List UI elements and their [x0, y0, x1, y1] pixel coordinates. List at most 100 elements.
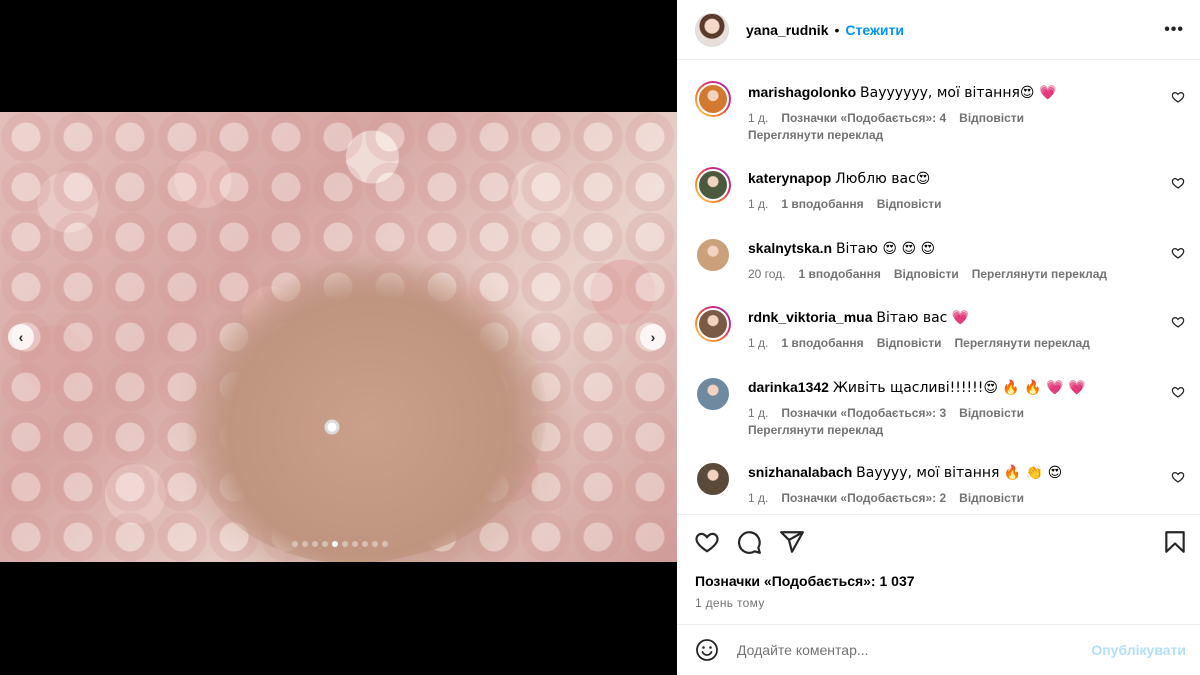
comment-likes[interactable]: Позначки «Подобається»: 4	[781, 111, 946, 125]
comment-text: Вітаю вас 💗	[876, 310, 970, 326]
commenter-username[interactable]: darinka1342	[748, 379, 829, 395]
comment-time[interactable]: 1 д.	[748, 491, 768, 505]
commenter-avatar[interactable]	[695, 237, 731, 273]
comment-body: darinka1342 Живіть щасливі!!!!!!😍 🔥 🔥 💗 …	[748, 378, 1168, 437]
comment-body: marishagolonko Вауууууу, мої вітання😍 💗 1…	[748, 83, 1168, 142]
carousel-dot	[292, 541, 298, 547]
carousel-next-button[interactable]: ›	[640, 324, 666, 350]
commenter-avatar[interactable]	[695, 306, 731, 342]
post-header: yana_rudnik • Стежити •••	[677, 0, 1200, 60]
reply-button[interactable]: Відповісти	[894, 267, 959, 281]
carousel-dot	[322, 541, 328, 547]
comment-like-heart-icon[interactable]	[1171, 385, 1185, 399]
header-separator: •	[834, 21, 840, 38]
comment-text-line: rdnk_viktoria_mua Вітаю вас 💗	[748, 308, 1168, 327]
see-translation-button[interactable]: Переглянути переклад	[748, 423, 1168, 437]
reply-button[interactable]: Відповісти	[959, 406, 1024, 420]
commenter-avatar[interactable]	[695, 167, 731, 203]
commenter-username[interactable]: snizhanalabach	[748, 464, 852, 480]
author-avatar[interactable]	[695, 12, 729, 47]
comment-meta: 1 д. 1 вподобання Відповісти	[748, 197, 1168, 211]
comment-text-line: darinka1342 Живіть щасливі!!!!!!😍 🔥 🔥 💗 …	[748, 378, 1168, 397]
carousel-indicator	[292, 541, 388, 547]
see-translation-button[interactable]: Переглянути переклад	[972, 267, 1107, 281]
engagement-ring	[322, 417, 342, 437]
commenter-username[interactable]: katerynapop	[748, 170, 831, 186]
post-timestamp: 1 день тому	[695, 596, 765, 610]
comment-body: rdnk_viktoria_mua Вітаю вас 💗 1 д. 1 вподо…	[748, 308, 1168, 350]
commenter-avatar-image	[697, 169, 729, 201]
commenter-username[interactable]: marishagolonko	[748, 84, 856, 100]
carousel-dot	[372, 541, 378, 547]
emoji-picker-icon[interactable]	[695, 638, 719, 662]
chevron-right-icon: ›	[650, 329, 656, 345]
comment-time[interactable]: 20 год.	[748, 267, 786, 281]
commenter-avatar-image	[695, 237, 731, 273]
save-bookmark-icon[interactable]	[1162, 529, 1188, 555]
comment-meta: 1 д. Позначки «Подобається»: 2 Відповісти	[748, 491, 1168, 505]
comment-text-line: katerynapop Люблю вас😍	[748, 169, 1168, 188]
comment-likes[interactable]: Позначки «Подобається»: 3	[781, 406, 946, 420]
see-translation-button[interactable]: Переглянути переклад	[748, 128, 1168, 142]
publish-button[interactable]: Опублікувати	[1091, 642, 1186, 658]
comment-time[interactable]: 1 д.	[748, 197, 768, 211]
reply-button[interactable]: Відповісти	[959, 111, 1024, 125]
comment-time[interactable]: 1 д.	[748, 111, 768, 125]
commenter-avatar[interactable]	[695, 81, 731, 117]
comment-bubble-icon[interactable]	[736, 529, 762, 555]
commenter-username[interactable]: skalnytska.n	[748, 240, 832, 256]
comment-likes[interactable]: 1 вподобання	[799, 267, 881, 281]
comment-meta: 20 год. 1 вподобання Відповісти Переглянути…	[748, 267, 1168, 281]
carousel-dot	[312, 541, 318, 547]
author-username[interactable]: yana_rudnik	[746, 22, 828, 38]
commenter-avatar-image	[695, 461, 731, 497]
commenter-avatar-image	[695, 376, 731, 412]
comment-text: Люблю вас😍	[835, 171, 931, 187]
reply-button[interactable]: Відповісти	[959, 491, 1024, 505]
media-viewer: ‹ ›	[0, 0, 677, 675]
commenter-username[interactable]: rdnk_viktoria_mua	[748, 309, 873, 325]
comment-text: Вауууууу, мої вітання😍 💗	[860, 85, 1057, 101]
comment-likes[interactable]: Позначки «Подобається»: 2	[781, 491, 946, 505]
comment-text: Вітаю 😍 😍 😍	[835, 241, 936, 257]
likes-count[interactable]: Позначки «Подобається»: 1 037	[695, 573, 915, 589]
share-send-icon[interactable]	[779, 529, 805, 555]
reply-button[interactable]: Відповісти	[877, 336, 942, 350]
comment-text-line: skalnytska.n Вітаю 😍 😍 😍	[748, 239, 1168, 258]
like-heart-icon[interactable]	[694, 529, 720, 555]
carousel-dot	[362, 541, 368, 547]
comment-input[interactable]	[737, 642, 1092, 658]
commenter-avatar[interactable]	[695, 461, 731, 497]
comment-like-heart-icon[interactable]	[1171, 246, 1185, 260]
comment-meta: 1 д. 1 вподобання Відповісти Переглянути пе…	[748, 336, 1168, 350]
see-translation-button[interactable]: Переглянути переклад	[955, 336, 1090, 350]
reply-button[interactable]: Відповісти	[877, 197, 942, 211]
more-options-icon[interactable]: •••	[1164, 21, 1184, 39]
comment-like-heart-icon[interactable]	[1171, 90, 1185, 104]
comment-time[interactable]: 1 д.	[748, 336, 768, 350]
comment-likes[interactable]: 1 вподобання	[781, 336, 863, 350]
carousel-dot	[382, 541, 388, 547]
carousel-dot	[352, 541, 358, 547]
post-photo	[0, 112, 677, 562]
post-side-panel: yana_rudnik • Стежити ••• marishagolonko…	[677, 0, 1200, 675]
chevron-left-icon: ‹	[18, 329, 24, 345]
comment-likes[interactable]: 1 вподобання	[781, 197, 863, 211]
comment-body: katerynapop Люблю вас😍 1 д. 1 вподобання Ві…	[748, 169, 1168, 211]
comment-time[interactable]: 1 д.	[748, 406, 768, 420]
follow-button[interactable]: Стежити	[845, 22, 904, 38]
comment-like-heart-icon[interactable]	[1171, 315, 1185, 329]
comments-list[interactable]: marishagolonko Вауууууу, мої вітання😍 💗 1…	[677, 61, 1200, 513]
carousel-dot	[332, 541, 338, 547]
comment-composer: Опублікувати	[677, 624, 1200, 675]
comment-text: Вауууу, мої вітання 🔥 👏 😍	[856, 465, 1063, 481]
comment-body: skalnytska.n Вітаю 😍 😍 😍 20 год. 1 вподоба…	[748, 239, 1168, 281]
comment-like-heart-icon[interactable]	[1171, 176, 1185, 190]
comment-body: snizhanalabach Вауууу, мої вітання 🔥 👏 😍…	[748, 463, 1168, 505]
carousel-dot	[302, 541, 308, 547]
commenter-avatar-image	[697, 308, 729, 340]
commenter-avatar[interactable]	[695, 376, 731, 412]
comment-like-heart-icon[interactable]	[1171, 470, 1185, 484]
carousel-prev-button[interactable]: ‹	[8, 324, 34, 350]
commenter-avatar-image	[697, 83, 729, 115]
